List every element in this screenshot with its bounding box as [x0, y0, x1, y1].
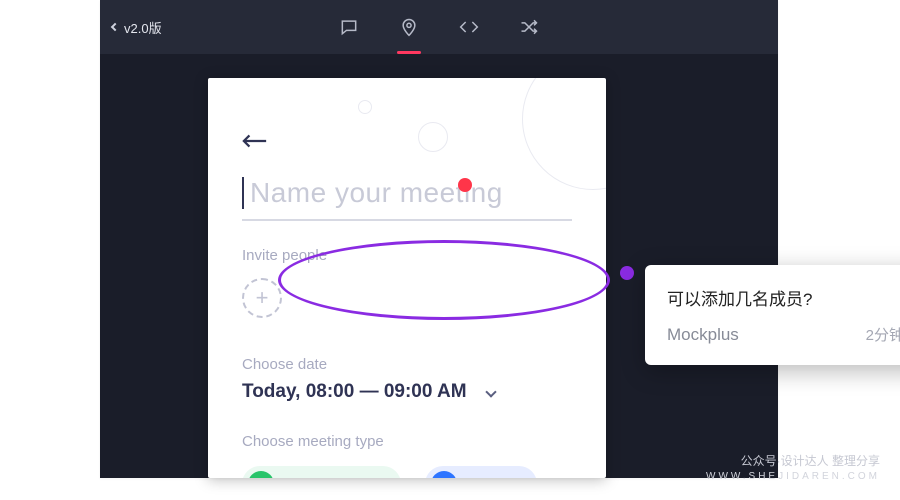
chevron-down-icon	[485, 386, 496, 397]
tab-comment-icon[interactable]	[339, 17, 359, 37]
chip-label: Project meeting	[284, 476, 381, 478]
watermark-line2: WWW.SHEJIDAREN.COM	[706, 471, 880, 482]
comment-text: 可以添加几名成员?	[667, 285, 900, 310]
deco-circle-icon	[358, 100, 372, 114]
watermark: 公众号·设计达人 整理分享 WWW.SHEJIDAREN.COM	[706, 452, 880, 482]
add-person-button[interactable]: +	[242, 278, 282, 318]
meeting-name-input[interactable]: Name your meeting	[242, 177, 572, 209]
date-picker[interactable]: Today, 08:00 — 09:00 AM	[242, 381, 572, 403]
comment-time: 2分钟前	[866, 324, 900, 345]
type-label: Choose meeting type	[242, 433, 572, 450]
plus-icon: +	[256, 287, 269, 309]
invite-label: Invite people	[242, 247, 572, 264]
version-label: v2.0版	[124, 18, 162, 37]
top-toolbar: v2.0版	[100, 0, 778, 54]
date-value: Today, 08:00 — 09:00 AM	[242, 381, 467, 403]
name-underline	[242, 219, 572, 221]
chip-dot-chat-icon	[431, 471, 457, 478]
meeting-form-card: Name your meeting Invite people + Choose…	[208, 78, 606, 478]
comment-meta: Mockplus 2分钟前	[667, 324, 900, 345]
text-cursor-icon	[242, 177, 244, 209]
meeting-type-chips: N Project meeting Meeting	[242, 466, 572, 478]
date-label: Choose date	[242, 356, 572, 373]
tab-location-icon[interactable]	[399, 17, 419, 37]
hotspot-red-dot[interactable]	[458, 178, 472, 192]
tab-shuffle-icon[interactable]	[519, 17, 539, 37]
annotation-anchor-dot[interactable]	[620, 266, 634, 280]
chip-label: Meeting	[467, 476, 517, 478]
comment-author: Mockplus	[667, 325, 739, 345]
chip-project-meeting[interactable]: N Project meeting	[242, 466, 401, 478]
comment-popover[interactable]: 可以添加几名成员? Mockplus 2分钟前	[645, 265, 900, 365]
version-back-button[interactable]: v2.0版	[112, 18, 162, 37]
arrow-back-icon[interactable]	[242, 134, 268, 148]
chip-meeting[interactable]: Meeting	[425, 466, 537, 478]
watermark-line1: 公众号·设计达人 整理分享	[706, 452, 880, 469]
chip-dot-n: N	[248, 471, 274, 478]
right-gutter	[778, 0, 900, 500]
toolbar-tabs	[339, 0, 539, 54]
prototype-canvas: v2.0版 Name your meeting	[100, 0, 778, 478]
left-gutter	[0, 0, 100, 500]
tab-code-icon[interactable]	[459, 17, 479, 37]
chevron-left-icon	[111, 23, 119, 31]
